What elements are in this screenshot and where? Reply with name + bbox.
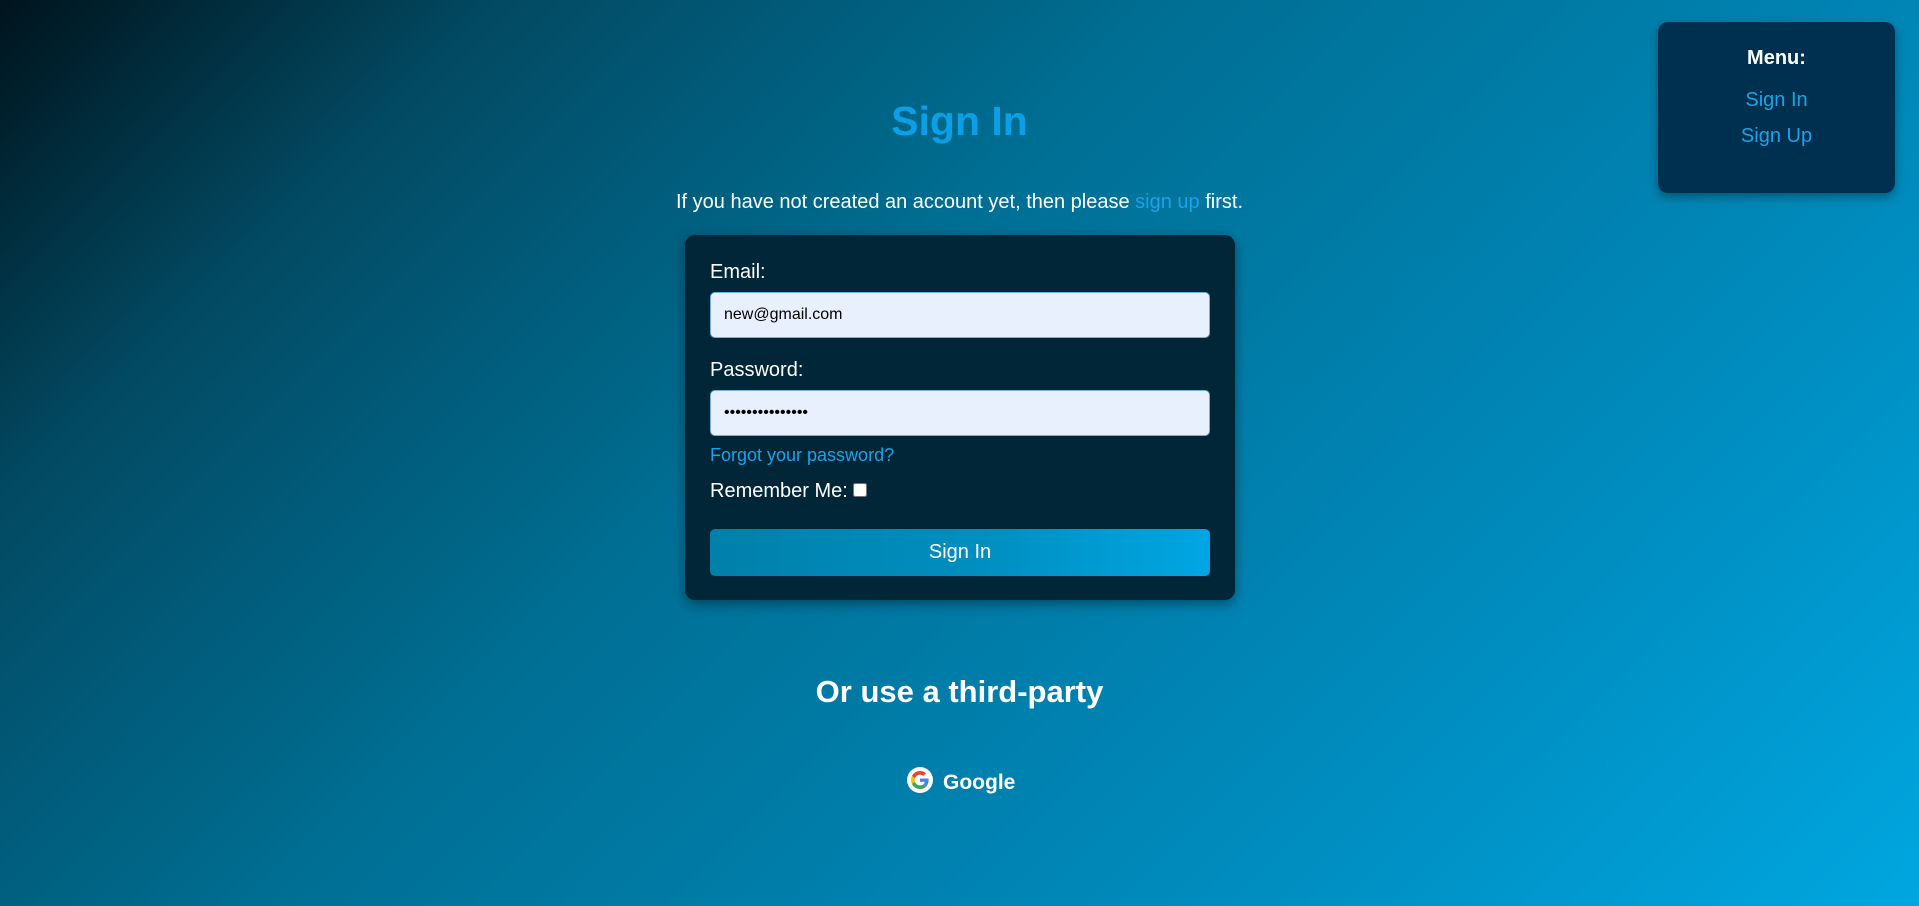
remember-me-label: Remember Me: xyxy=(710,480,848,502)
intro-text-before: If you have not created an account yet, … xyxy=(675,191,1136,213)
email-label: Email: xyxy=(710,261,766,283)
intro-text: If you have not created an account yet, … xyxy=(0,191,1919,214)
email-field[interactable] xyxy=(710,292,1210,338)
remember-me-row: Remember Me: xyxy=(710,480,1210,503)
google-sign-in-link[interactable]: Google xyxy=(907,767,1016,794)
google-icon xyxy=(907,767,933,793)
intro-text-after: first. xyxy=(1199,191,1244,213)
sign-up-link[interactable]: sign up xyxy=(1135,191,1200,213)
forgot-password-link[interactable]: Forgot your password? xyxy=(710,445,1210,466)
sign-in-button[interactable]: Sign In xyxy=(710,529,1210,576)
password-field[interactable] xyxy=(710,390,1210,436)
third-party-heading: Or use a third-party xyxy=(815,674,1104,709)
page-title: Sign In xyxy=(891,98,1028,144)
remember-me-checkbox[interactable] xyxy=(852,482,867,497)
menu-title: Menu: xyxy=(1747,47,1806,69)
password-label: Password: xyxy=(710,359,804,381)
google-label: Google xyxy=(943,771,1016,794)
sign-in-form: Email: Password: Forgot your password? R… xyxy=(685,235,1235,600)
